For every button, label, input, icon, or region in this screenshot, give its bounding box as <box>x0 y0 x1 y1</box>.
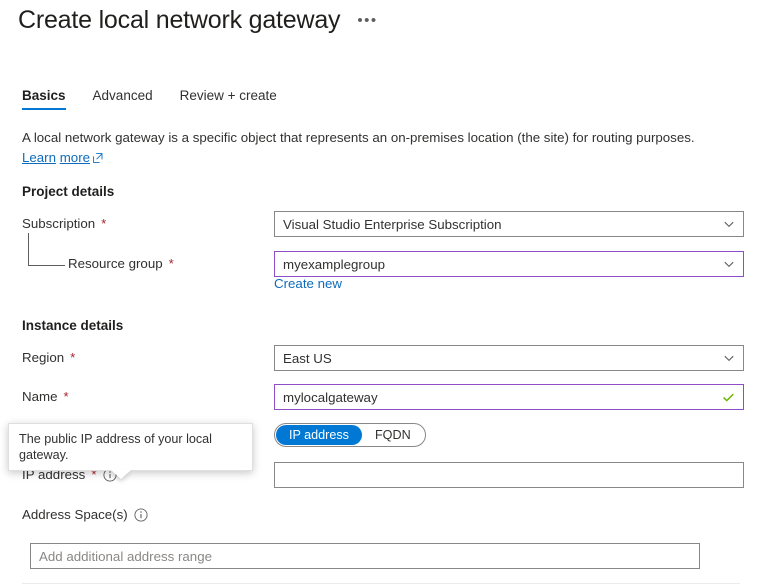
subscription-dropdown[interactable]: Visual Studio Enterprise Subscription <box>274 211 744 237</box>
bottom-divider <box>22 583 740 584</box>
section-heading-project-details: Project details <box>22 184 115 199</box>
external-link-icon <box>93 149 103 169</box>
chevron-down-icon <box>723 258 735 270</box>
region-value: East US <box>283 350 332 366</box>
resource-group-label-text: Resource group <box>68 256 163 271</box>
description-text: A local network gateway is a specific ob… <box>22 130 695 145</box>
tab-advanced[interactable]: Advanced <box>93 88 153 110</box>
region-required-star: * <box>70 350 76 365</box>
name-input[interactable]: mylocalgateway <box>274 384 744 410</box>
chevron-down-icon <box>723 352 735 364</box>
resource-group-tree-connector <box>28 233 65 266</box>
subscription-required-star: * <box>101 216 107 231</box>
name-label: Name * <box>22 389 69 404</box>
resource-group-label: Resource group * <box>68 256 174 271</box>
region-dropdown[interactable]: East US <box>274 345 744 371</box>
learn-more-link-part2[interactable]: more <box>60 150 90 165</box>
address-range-placeholder: Add additional address range <box>39 548 212 564</box>
region-label: Region * <box>22 350 75 365</box>
subscription-value: Visual Studio Enterprise Subscription <box>283 216 502 232</box>
address-range-input[interactable]: Add additional address range <box>30 543 700 569</box>
tooltip-arrow <box>111 470 131 479</box>
name-value: mylocalgateway <box>283 389 378 405</box>
more-options-button[interactable]: ••• <box>354 12 380 30</box>
create-new-resource-group-link[interactable]: Create new <box>274 276 342 291</box>
address-space-label-text: Address Space(s) <box>22 507 128 522</box>
chevron-down-icon <box>723 218 735 230</box>
tab-strip: Basics Advanced Review + create <box>22 88 277 110</box>
page-title: Create local network gateway <box>18 6 341 34</box>
ip-address-input[interactable] <box>274 462 744 488</box>
tab-basics[interactable]: Basics <box>22 88 66 110</box>
info-icon[interactable] <box>134 507 148 522</box>
ip-address-tooltip: The public IP address of your local gate… <box>8 423 253 479</box>
subscription-label: Subscription * <box>22 216 106 231</box>
section-heading-instance-details: Instance details <box>22 318 124 333</box>
toggle-option-ip-address[interactable]: IP address <box>276 425 362 445</box>
checkmark-icon <box>722 391 735 404</box>
tab-review-create[interactable]: Review + create <box>180 88 277 110</box>
address-space-label: Address Space(s) <box>22 507 148 522</box>
subscription-label-text: Subscription <box>22 216 96 231</box>
name-required-star: * <box>63 389 69 404</box>
name-label-text: Name <box>22 389 58 404</box>
region-label-text: Region <box>22 350 65 365</box>
toggle-option-fqdn[interactable]: FQDN <box>362 425 424 445</box>
page-description: A local network gateway is a specific ob… <box>22 128 732 169</box>
resource-group-dropdown[interactable]: myexamplegroup <box>274 251 744 277</box>
endpoint-type-toggle[interactable]: IP address FQDN <box>274 423 426 447</box>
resource-group-required-star: * <box>168 256 174 271</box>
page-header: Create local network gateway ••• <box>18 6 381 35</box>
ip-address-tooltip-text: The public IP address of your local gate… <box>19 432 212 462</box>
learn-more-link-part1[interactable]: Learn <box>22 150 56 165</box>
resource-group-value: myexamplegroup <box>283 256 385 272</box>
